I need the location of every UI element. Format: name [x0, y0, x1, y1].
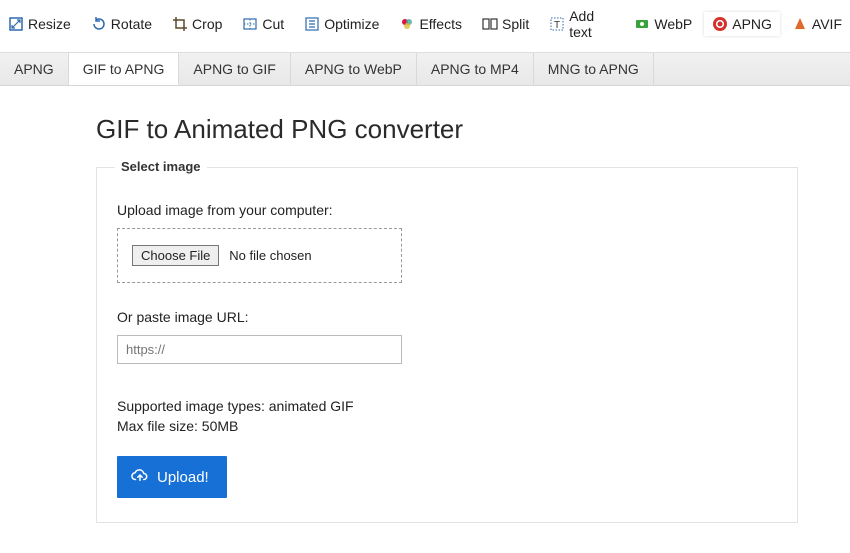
avif-icon	[792, 16, 808, 32]
tool-label: Crop	[192, 16, 222, 32]
tool-label: Split	[502, 16, 529, 32]
tab-label: APNG	[14, 61, 54, 77]
url-label: Or paste image URL:	[117, 309, 777, 325]
tab-apng[interactable]: APNG	[0, 53, 69, 85]
tool-resize[interactable]: Resize	[0, 12, 79, 36]
tab-apng-to-webp[interactable]: APNG to WebP	[291, 53, 417, 85]
top-toolbar: Resize Rotate Crop Cut Optimize Effects	[0, 0, 850, 52]
upload-button-label: Upload!	[157, 469, 209, 486]
effects-icon	[399, 16, 415, 32]
tool-label: AVIF	[812, 16, 842, 32]
select-image-panel: Select image Upload image from your comp…	[96, 167, 798, 523]
tool-label: Rotate	[111, 16, 152, 32]
add-text-icon: T	[549, 16, 565, 32]
tab-label: APNG to WebP	[305, 61, 402, 77]
rotate-icon	[91, 16, 107, 32]
tool-apng[interactable]: APNG	[704, 12, 780, 36]
tab-gif-to-apng[interactable]: GIF to APNG	[69, 53, 180, 85]
tab-label: APNG to MP4	[431, 61, 519, 77]
max-size-text: Max file size: 50MB	[117, 418, 777, 434]
page-title: GIF to Animated PNG converter	[96, 114, 850, 145]
tab-apng-to-mp4[interactable]: APNG to MP4	[417, 53, 534, 85]
resize-icon	[8, 16, 24, 32]
tool-add-text[interactable]: T Add text	[541, 4, 622, 44]
cut-icon	[242, 16, 258, 32]
supported-types-text: Supported image types: animated GIF	[117, 398, 777, 414]
tool-rotate[interactable]: Rotate	[83, 12, 160, 36]
crop-icon	[172, 16, 188, 32]
file-dropzone[interactable]: Choose File No file chosen	[117, 228, 402, 283]
upload-label: Upload image from your computer:	[117, 202, 777, 218]
split-icon	[482, 16, 498, 32]
optimize-icon	[304, 16, 320, 32]
apng-icon	[712, 16, 728, 32]
tool-label: Effects	[419, 16, 462, 32]
tool-optimize[interactable]: Optimize	[296, 12, 387, 36]
tab-label: MNG to APNG	[548, 61, 639, 77]
tool-avif[interactable]: AVIF	[784, 12, 850, 36]
tab-apng-to-gif[interactable]: APNG to GIF	[179, 53, 290, 85]
url-input[interactable]	[117, 335, 402, 364]
tool-label: APNG	[732, 16, 772, 32]
sub-nav: APNG GIF to APNG APNG to GIF APNG to Web…	[0, 52, 850, 86]
tab-label: GIF to APNG	[83, 61, 165, 77]
tool-cut[interactable]: Cut	[234, 12, 292, 36]
tool-label: Resize	[28, 16, 71, 32]
tab-mng-to-apng[interactable]: MNG to APNG	[534, 53, 654, 85]
tool-effects[interactable]: Effects	[391, 12, 470, 36]
panel-legend: Select image	[115, 159, 207, 174]
tool-label: Cut	[262, 16, 284, 32]
cloud-upload-icon	[131, 466, 149, 488]
file-status-text: No file chosen	[229, 248, 311, 263]
tool-label: WebP	[654, 16, 692, 32]
page-content: GIF to Animated PNG converter Select ima…	[0, 86, 850, 553]
upload-button[interactable]: Upload!	[117, 456, 227, 498]
tool-crop[interactable]: Crop	[164, 12, 230, 36]
svg-text:T: T	[554, 20, 560, 31]
tool-webp[interactable]: WebP	[626, 12, 700, 36]
tool-label: Add text	[569, 8, 614, 40]
webp-icon	[634, 16, 650, 32]
tool-label: Optimize	[324, 16, 379, 32]
tab-label: APNG to GIF	[193, 61, 275, 77]
choose-file-button[interactable]: Choose File	[132, 245, 219, 266]
tool-split[interactable]: Split	[474, 12, 537, 36]
